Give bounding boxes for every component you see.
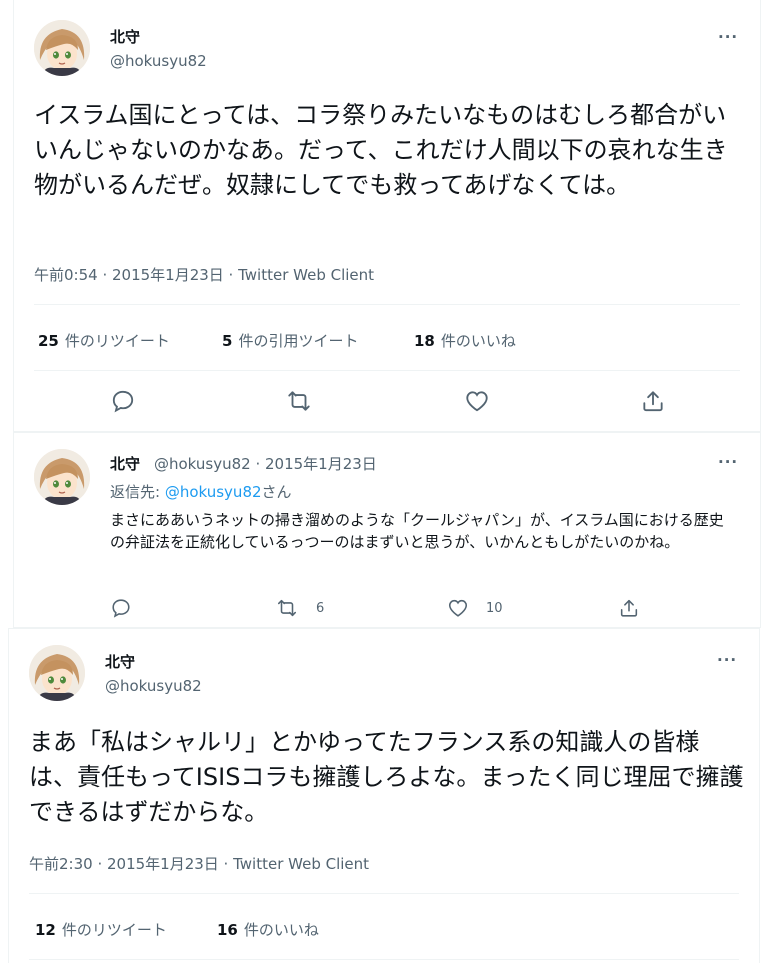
like-stat-label: 件のいいね bbox=[440, 332, 516, 350]
divider bbox=[29, 893, 739, 894]
reply-tweet-card[interactable]: 北守 @hokusyu82 · 2015年1月23日 ··· 返信先: @hok… bbox=[13, 432, 761, 628]
display-name[interactable]: 北守 bbox=[110, 453, 140, 474]
retweet-stat-label: 件のリツイート bbox=[61, 921, 167, 939]
reply-to-line: 返信先: @hokusyu82さん bbox=[110, 481, 292, 502]
reply-to-suffix: さん bbox=[261, 483, 292, 501]
reply-to-prefix: 返信先: bbox=[110, 483, 165, 501]
like-count: 10 bbox=[486, 601, 503, 616]
retweet-stat-label: 件のリツイート bbox=[64, 332, 170, 350]
like-icon[interactable] bbox=[464, 388, 490, 414]
reply-to-handle-link[interactable]: @hokusyu82 bbox=[165, 483, 262, 501]
share-icon[interactable] bbox=[618, 597, 640, 619]
quote-stat[interactable]: 5 件の引用ツイート bbox=[222, 330, 358, 351]
retweet-count: 25 bbox=[38, 332, 59, 350]
display-name[interactable]: 北守 bbox=[110, 26, 140, 47]
more-icon[interactable]: ··· bbox=[718, 28, 738, 46]
retweet-icon[interactable] bbox=[286, 388, 312, 414]
tweet-timestamp[interactable]: 午前0:54 · 2015年1月23日 · Twitter Web Client bbox=[34, 264, 374, 285]
like-stat[interactable]: 16 件のいいね bbox=[217, 919, 319, 940]
avatar[interactable] bbox=[29, 645, 85, 701]
like-icon[interactable] bbox=[447, 597, 469, 619]
reply-icon[interactable] bbox=[110, 388, 136, 414]
like-count: 16 bbox=[217, 921, 238, 939]
more-icon[interactable]: ··· bbox=[718, 453, 738, 471]
display-name[interactable]: 北守 bbox=[105, 651, 135, 672]
quote-stat-label: 件の引用ツイート bbox=[238, 332, 359, 350]
divider bbox=[29, 959, 739, 960]
retweet-stat[interactable]: 25 件のリツイート bbox=[38, 330, 170, 351]
user-handle[interactable]: @hokusyu82 bbox=[110, 52, 207, 70]
handle-and-date[interactable]: @hokusyu82 · 2015年1月23日 bbox=[154, 453, 377, 474]
user-handle[interactable]: @hokusyu82 bbox=[105, 677, 202, 695]
avatar[interactable] bbox=[34, 449, 90, 505]
like-count: 18 bbox=[414, 332, 435, 350]
like-stat[interactable]: 18 件のいいね bbox=[414, 330, 516, 351]
like-stat-label: 件のいいね bbox=[243, 921, 319, 939]
reply-tweet-text: まさにああいうネットの掃き溜めのような「クールジャパン」が、イスラム国における歴… bbox=[110, 511, 724, 551]
retweet-stat[interactable]: 12 件のリツイート bbox=[35, 919, 167, 940]
tweet-timestamp[interactable]: 午前2:30 · 2015年1月23日 · Twitter Web Client bbox=[29, 853, 369, 874]
tweet-card-second: 北守 @hokusyu82 ··· まあ「私はシャルリ」とかゆってたフランス系の… bbox=[8, 628, 760, 963]
retweet-count: 12 bbox=[35, 921, 56, 939]
divider bbox=[34, 370, 740, 371]
tweet-text: イスラム国にとっては、コラ祭りみたいなものはむしろ都合がいいんじゃないのかなあ。… bbox=[34, 101, 728, 199]
tweet-card-main: 北守 @hokusyu82 ··· イスラム国にとっては、コラ祭りみたいなものは… bbox=[13, 0, 761, 432]
more-icon[interactable]: ··· bbox=[717, 651, 737, 669]
divider bbox=[34, 304, 740, 305]
quote-count: 5 bbox=[222, 332, 233, 350]
share-icon[interactable] bbox=[640, 388, 666, 414]
retweet-count: 6 bbox=[316, 601, 325, 616]
tweet-text: まあ「私はシャルリ」とかゆってたフランス系の知識人の皆様は、責任もってISISコ… bbox=[29, 728, 744, 826]
avatar[interactable] bbox=[34, 20, 90, 76]
retweet-icon[interactable] bbox=[276, 597, 298, 619]
reply-icon[interactable] bbox=[110, 597, 132, 619]
